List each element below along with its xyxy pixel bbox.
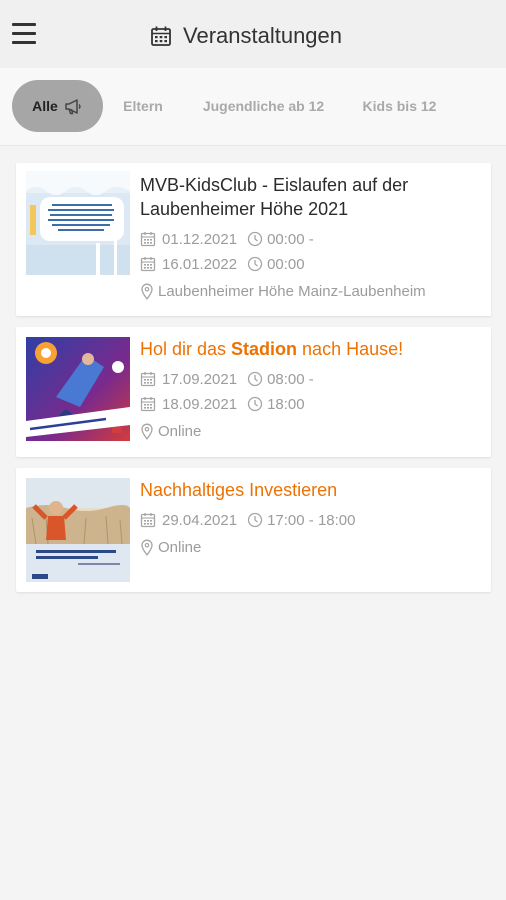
event-thumbnail xyxy=(26,337,130,441)
event-start-time: 00:00 - xyxy=(267,230,314,248)
event-start-date: 17.09.2021 xyxy=(162,370,238,388)
clock-icon xyxy=(247,256,263,272)
event-location-text: Laubenheimer Höhe Mainz-Laubenheim xyxy=(158,282,426,300)
event-title: MVB-KidsClub - Eislaufen auf der Laubenh… xyxy=(140,175,409,219)
event-location: Online xyxy=(140,536,201,558)
hamburger-menu-icon[interactable] xyxy=(12,22,38,46)
tab-jugendliche[interactable]: Jugendliche ab 12 xyxy=(196,80,331,132)
event-thumbnail xyxy=(26,171,130,275)
event-end-date: 16.01.2022 xyxy=(162,255,238,273)
event-time-text: 17:00 - 18:00 xyxy=(267,511,356,529)
tab-alle[interactable]: Alle xyxy=(12,80,103,132)
event-end-time: 00:00 xyxy=(267,255,305,273)
event-end: 16.01.2022 00:00 xyxy=(140,253,305,275)
clock-icon xyxy=(247,396,263,412)
megaphone-icon xyxy=(65,98,81,114)
page-title: Veranstaltungen xyxy=(150,22,342,50)
event-thumbnail xyxy=(26,478,130,582)
event-title: Nachhaltiges Investieren xyxy=(140,480,338,500)
filter-tabs: Alle Eltern Jugendliche ab 12 Kids bis 1… xyxy=(0,68,506,146)
clock-icon xyxy=(247,512,263,528)
event-end: 18.09.2021 18:00 xyxy=(140,393,305,415)
location-pin-icon xyxy=(141,423,153,440)
event-location: Online xyxy=(140,420,201,442)
calendar-icon xyxy=(140,257,156,272)
tab-label: Eltern xyxy=(123,98,163,114)
clock-icon xyxy=(247,231,263,247)
location-pin-icon xyxy=(141,539,153,556)
event-location: Laubenheimer Höhe Mainz-Laubenheim xyxy=(140,280,426,302)
event-date-text: 29.04.2021 xyxy=(162,511,238,529)
event-location-text: Online xyxy=(158,422,202,440)
tab-label: Kids bis 12 xyxy=(362,98,437,114)
event-card[interactable]: MVB-KidsClub - Eislaufen auf der Laubenh… xyxy=(16,163,491,316)
event-title: Hol dir das Stadion nach Hause! xyxy=(140,339,404,359)
calendar-icon xyxy=(140,397,156,412)
calendar-icon xyxy=(140,372,156,387)
event-end-time: 18:00 xyxy=(267,395,305,413)
tab-label: Jugendliche ab 12 xyxy=(202,98,325,114)
event-location-text: Online xyxy=(158,538,202,556)
event-date: 29.04.2021 17:00 - 18:00 xyxy=(140,509,355,531)
event-start: 01.12.2021 00:00 - xyxy=(140,228,314,250)
tab-kids[interactable]: Kids bis 12 xyxy=(356,80,443,132)
event-start-date: 01.12.2021 xyxy=(162,230,238,248)
location-pin-icon xyxy=(141,283,153,300)
event-start: 17.09.2021 08:00 - xyxy=(140,368,314,390)
event-card[interactable]: Hol dir das Stadion nach Hause! 17.09.20… xyxy=(16,327,491,457)
calendar-icon xyxy=(151,26,171,46)
event-card[interactable]: Nachhaltiges Investieren 29.04.2021 17:0… xyxy=(16,468,491,592)
clock-icon xyxy=(247,371,263,387)
event-end-date: 18.09.2021 xyxy=(162,395,238,413)
tab-eltern[interactable]: Eltern xyxy=(116,80,170,132)
page-title-text: Veranstaltungen xyxy=(183,23,343,48)
calendar-icon xyxy=(140,232,156,247)
app-bar: Veranstaltungen xyxy=(0,0,506,68)
tab-label: Alle xyxy=(32,98,58,114)
calendar-icon xyxy=(140,513,156,528)
event-start-time: 08:00 - xyxy=(267,370,314,388)
